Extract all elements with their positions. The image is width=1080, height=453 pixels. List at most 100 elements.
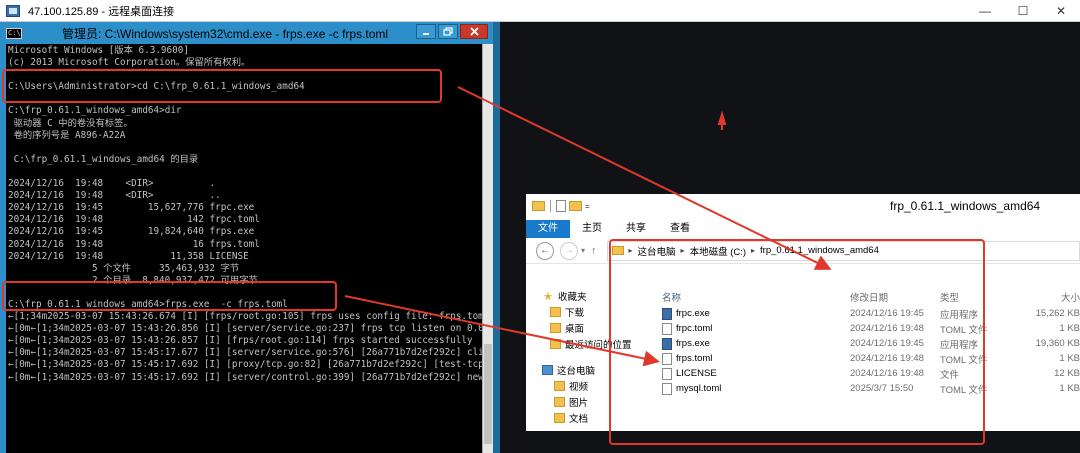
back-button[interactable]: ← [536,241,554,260]
console-line: 2024/12/16 19:48 <DIR> . [8,178,216,190]
file-name-cell: frps.toml [648,352,850,365]
file-row[interactable]: mysql.toml 2025/3/7 15:50 TOML 文件 1 KB [648,381,1080,396]
cmd-minimize-button[interactable] [416,24,436,39]
nav-item[interactable]: 图片 [554,394,648,410]
console-line: 2024/12/16 19:45 19,824,640 frps.exe [8,226,255,238]
folder-icon [532,201,545,211]
console-line: 2024/12/16 19:48 11,358 LICENSE [8,250,249,262]
file-name-cell: frps.exe [648,337,850,350]
ribbon-tabs: 文件 主页 共享 查看 [526,218,1080,238]
toml-file-icon [662,352,672,365]
forward-button[interactable]: → [560,241,578,260]
file-size: 15,262 KB [1035,308,1080,319]
breadcrumb-current-folder[interactable]: frp_0.61.1_windows_amd64 [760,245,879,256]
properties-icon[interactable] [556,200,566,212]
explorer-title: frp_0.61.1_windows_amd64 [890,199,1041,213]
documents-folder-icon [554,413,565,423]
file-date: 2024/12/16 19:48 [850,368,924,379]
nav-item[interactable]: 下载 [550,304,648,320]
cmd-scrollbar[interactable] [482,44,493,453]
nav-item[interactable]: ★ 收藏夹 [542,288,648,304]
remote-desktop-titlebar: 47.100.125.89 - 远程桌面连接 — ☐ ✕ [0,0,1080,22]
file-row[interactable]: frpc.toml 2024/12/16 19:48 TOML 文件 1 KB [648,321,1080,336]
explorer-titlebar[interactable]: = frp_0.61.1_windows_amd64 [526,194,1080,218]
exe-icon [662,337,672,350]
cmd-titlebar[interactable]: C:\ 管理员: C:\Windows\system32\cmd.exe - f… [0,22,493,44]
column-name[interactable]: 名称 [648,290,850,304]
console-line: C:\frp_0.61.1_windows_amd64>dir [8,105,182,117]
file-row[interactable]: LICENSE 2024/12/16 19:48 文件 12 KB [648,366,1080,381]
cmd-console-output[interactable]: Microsoft Windows [版本 6.3.9600] (c) 2013 … [6,44,482,453]
download-folder-icon [550,307,561,317]
console-line: ←[0m←[1;34m2025-03-07 15:43:26.857 [I] [… [8,335,473,347]
file-date: 2024/12/16 19:48 [850,323,924,334]
file-name: frps.toml [676,353,713,364]
navigation-pane: ★ 收藏夹 下载 桌面 最近访问的位置这台电脑 视频 图片 文档 [526,288,648,431]
file-type: 应用程序 [940,309,979,321]
address-bar-row: ← → ▾ ↑ ▸ 这台电脑 ▸ 本地磁盘 (C:) ▸ frp_0.61.1_… [526,238,1080,264]
star-icon: ★ [543,290,553,303]
explorer-main: ★ 收藏夹 下载 桌面 最近访问的位置 这台电脑 视频 图片 文档 名称 修改日期 类型 大小 … [526,288,1080,431]
nav-item[interactable]: 桌面 [550,320,648,336]
cmd-close-button[interactable] [460,24,488,39]
cmd-maximize-button[interactable] [438,24,458,39]
file-date: 2024/12/16 19:45 [850,308,924,319]
column-type[interactable]: 类型 [940,290,1028,304]
cmd-scrollbar-thumb[interactable] [484,344,492,444]
nav-item[interactable]: 最近访问的位置 [550,336,648,352]
minimize-button[interactable]: — [966,0,1004,22]
nav-item[interactable]: 文档 [554,410,648,426]
file-type: TOML 文件 [940,384,988,396]
column-date-modified[interactable]: 修改日期 [850,290,940,304]
file-size: 12 KB [1054,368,1080,379]
file-row[interactable]: frps.exe 2024/12/16 19:45 应用程序 19,360 KB [648,336,1080,351]
nav-item[interactable]: 这台电脑 [542,362,648,378]
close-button[interactable]: ✕ [1042,0,1080,22]
breadcrumb-local-disk[interactable]: 本地磁盘 (C:) [690,244,746,258]
tab-share[interactable]: 共享 [614,220,658,238]
remote-desktop-icon [6,4,20,17]
tab-home[interactable]: 主页 [570,220,614,238]
up-button[interactable]: ↑ [591,245,597,257]
customize-toolbar-icon[interactable]: = [585,202,590,211]
column-size[interactable]: 大小 [1028,290,1080,304]
new-folder-icon[interactable] [569,201,582,211]
file-name-cell: LICENSE [648,367,850,380]
file-name: mysql.toml [676,383,722,394]
nav-item[interactable]: 视频 [554,378,648,394]
computer-icon [542,365,553,375]
console-line: (c) 2013 Microsoft Corporation。保留所有权利。 [8,57,251,69]
file-list-header: 名称 修改日期 类型 大小 [648,288,1080,306]
console-line: 驱动器 C 中的卷没有标签。 [8,117,133,129]
file-explorer-window: = frp_0.61.1_windows_amd64 文件 主页 共享 查看 ←… [526,194,1080,431]
restore-icon [443,27,453,36]
folder-icon [611,246,624,255]
file-row[interactable]: frpc.exe 2024/12/16 19:45 应用程序 15,262 KB [648,306,1080,321]
file-name: LICENSE [676,368,717,379]
file-date: 2024/12/16 19:45 [850,338,924,349]
address-bar[interactable]: ▸ 这台电脑 ▸ 本地磁盘 (C:) ▸ frp_0.61.1_windows_… [606,240,1080,261]
close-icon [469,27,479,36]
breadcrumb-this-pc[interactable]: 这台电脑 [638,244,676,258]
file-name-cell: frpc.toml [648,322,850,335]
console-line: 卷的序列号是 A896-A22A [8,129,126,141]
file-name: frpc.toml [676,323,713,334]
exe-icon [662,307,672,320]
tab-file[interactable]: 文件 [526,220,570,238]
tab-view[interactable]: 查看 [658,220,702,238]
console-line: 2024/12/16 19:48 <DIR> .. [8,190,221,202]
file-row[interactable]: frps.toml 2024/12/16 19:48 TOML 文件 1 KB [648,351,1080,366]
videos-folder-icon [554,381,565,391]
console-line: C:\frp_0.61.1_windows_amd64>frps.exe -c … [8,298,288,310]
file-type: TOML 文件 [940,354,988,366]
recent-locations-dropdown[interactable]: ▾ [581,246,585,255]
maximize-button[interactable]: ☐ [1004,0,1042,22]
file-name-cell: frpc.exe [648,307,850,320]
file-size: 1 KB [1059,353,1080,364]
file-size: 19,360 KB [1035,338,1080,349]
nav-item-label: 收藏夹 [558,292,587,303]
